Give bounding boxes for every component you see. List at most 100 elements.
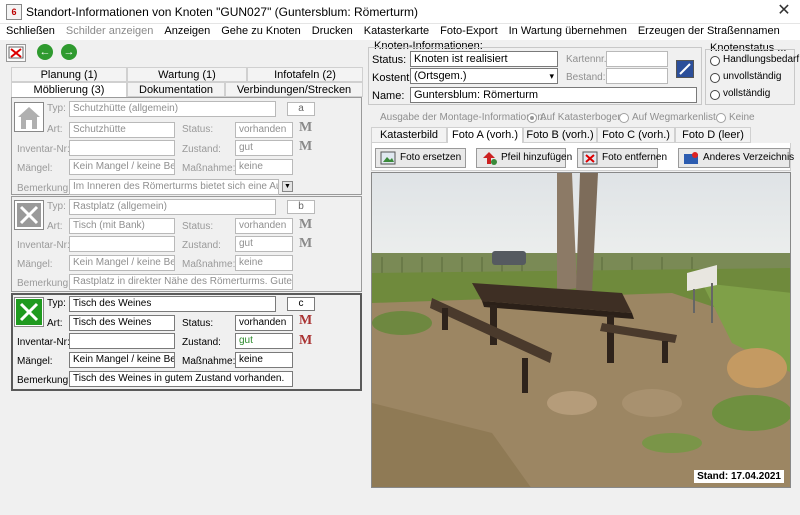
chevron-down-icon: ▾ bbox=[549, 71, 554, 81]
radio-handlungsbedarf[interactable] bbox=[710, 56, 720, 66]
typ-field-b[interactable]: Rastplatz (allgemein) bbox=[69, 199, 276, 215]
node-photo: Stand: 17.04.2021 bbox=[371, 172, 791, 488]
label-typ-a: Typ: bbox=[47, 103, 66, 114]
menu-anzeigen[interactable]: Anzeigen bbox=[164, 24, 210, 40]
bemerkung-field-c[interactable]: Tisch des Weines in gutem Zustand vorhan… bbox=[69, 371, 293, 387]
massnahme-field-b[interactable]: keine bbox=[235, 255, 293, 271]
zustand-field-c[interactable]: gut bbox=[235, 333, 293, 349]
label-zustand-b: Zustand: bbox=[182, 240, 221, 251]
menu-bar: Schließen Schilder anzeigen Anzeigen Geh… bbox=[0, 24, 800, 40]
back-arrow-icon[interactable]: ← bbox=[37, 44, 53, 60]
menu-schliessen[interactable]: Schließen bbox=[6, 24, 55, 40]
folder-icon bbox=[684, 152, 698, 164]
tab-wartung[interactable]: Wartung (1) bbox=[127, 67, 247, 82]
kartennr-field[interactable] bbox=[606, 51, 668, 67]
status-field-a[interactable]: vorhanden bbox=[235, 122, 293, 138]
tab-infotafeln[interactable]: Infotafeln (2) bbox=[247, 67, 363, 82]
radio-wegmarkenliste[interactable] bbox=[619, 113, 629, 123]
status-field-c[interactable]: vorhanden bbox=[235, 315, 293, 331]
tab-dokumentation[interactable]: Dokumentation bbox=[127, 82, 225, 97]
inventar-field-a[interactable] bbox=[69, 140, 175, 156]
art-field-a[interactable]: Schutzhütte bbox=[69, 122, 175, 138]
inventar-field-b[interactable] bbox=[69, 236, 175, 252]
radio-vollstaendig[interactable] bbox=[710, 90, 720, 100]
inventar-field-c[interactable] bbox=[69, 333, 175, 349]
radio-keine[interactable] bbox=[716, 113, 726, 123]
minus-m-icon-c[interactable]: M bbox=[299, 333, 312, 349]
replace-photo-icon bbox=[380, 151, 396, 165]
minus-m-icon-b[interactable]: M bbox=[299, 236, 312, 252]
label-typ-c: Typ: bbox=[47, 298, 66, 309]
name-field[interactable]: Guntersblum: Römerturm bbox=[410, 87, 697, 103]
foto-entfernen-button[interactable]: Foto entfernen bbox=[577, 148, 667, 168]
radio-katasterbogen[interactable] bbox=[527, 113, 537, 123]
menu-gehe-zu-knoten[interactable]: Gehe zu Knoten bbox=[221, 24, 301, 40]
label-vollstaendig: vollständig bbox=[723, 88, 771, 99]
menu-strassennamen[interactable]: Erzeugen der Straßennamen bbox=[638, 24, 780, 40]
bestand-field[interactable] bbox=[606, 68, 668, 84]
label-katasterbogen: Auf Katasterbogen bbox=[540, 112, 623, 123]
menu-drucken[interactable]: Drucken bbox=[312, 24, 353, 40]
zustand-field-b[interactable]: gut bbox=[235, 236, 293, 252]
remove-photo-icon bbox=[582, 151, 598, 165]
label-massnahme-b: Maßnahme: bbox=[182, 259, 236, 270]
code-field-c[interactable]: c bbox=[287, 297, 315, 311]
tab-foto-a[interactable]: Foto A (vorh.) bbox=[447, 127, 523, 143]
foto-ersetzen-button[interactable]: Foto ersetzen bbox=[375, 148, 466, 168]
label-knoten-status: Status: bbox=[372, 54, 407, 66]
tab-planung[interactable]: Planung (1) bbox=[11, 67, 127, 82]
label-kartennr: Kartennr.: bbox=[566, 54, 610, 65]
label-inventar-c: Inventar-Nr: bbox=[17, 337, 70, 348]
anderes-verzeichnis-button[interactable]: Anderes Verzeichnis bbox=[678, 148, 794, 168]
typ-field-a[interactable]: Schutzhütte (allgemein) bbox=[69, 101, 276, 117]
tab-verbindungen[interactable]: Verbindungen/Strecken bbox=[225, 82, 363, 97]
menu-katasterkarte[interactable]: Katasterkarte bbox=[364, 24, 429, 40]
label-mangel-a: Mängel: bbox=[17, 163, 53, 174]
pfeil-hinzufuegen-button[interactable]: Pfeil hinzufügen bbox=[476, 148, 572, 168]
edit-m-icon-c[interactable]: M bbox=[299, 313, 312, 329]
tab-foto-c[interactable]: Foto C (vorh.) bbox=[597, 127, 675, 143]
kostentraeger-select[interactable]: (Ortsgem.) ▾ bbox=[410, 68, 558, 84]
bemerkung-field-a[interactable]: Im Inneren des Römerturms bietet sich ei… bbox=[69, 179, 279, 195]
radio-unvollstaendig[interactable] bbox=[710, 73, 720, 83]
foto-ersetzen-label: Foto ersetzen bbox=[400, 152, 462, 163]
tab-foto-b[interactable]: Foto B (vorh.) bbox=[523, 127, 597, 143]
label-typ-b: Typ: bbox=[47, 201, 66, 212]
typ-field-c[interactable]: Tisch des Weines bbox=[69, 296, 276, 312]
cross-grey-icon bbox=[14, 200, 44, 230]
tab-foto-d[interactable]: Foto D (leer) bbox=[675, 127, 751, 143]
label-name: Name: bbox=[372, 90, 405, 102]
label-massnahme-a: Maßnahme: bbox=[182, 163, 236, 174]
zustand-field-a[interactable]: gut bbox=[235, 140, 293, 156]
knoten-status-field[interactable]: Knoten ist realisiert bbox=[410, 51, 558, 67]
code-field-a[interactable]: a bbox=[287, 102, 315, 116]
label-zustand-a: Zustand: bbox=[182, 144, 221, 155]
scroll-down-icon[interactable]: ▼ bbox=[282, 181, 293, 192]
forward-arrow-icon[interactable]: → bbox=[61, 44, 77, 60]
massnahme-field-a[interactable]: keine bbox=[235, 159, 293, 175]
menu-schilder-anzeigen: Schilder anzeigen bbox=[65, 25, 154, 37]
menu-in-wartung[interactable]: In Wartung übernehmen bbox=[509, 24, 627, 40]
tab-katasterbild[interactable]: Katasterbild bbox=[371, 127, 447, 143]
edit-m-icon-a[interactable]: M bbox=[299, 120, 312, 136]
label-mangel-c: Mängel: bbox=[17, 356, 53, 367]
edit-knoten-button[interactable] bbox=[676, 60, 694, 78]
delete-button[interactable] bbox=[6, 44, 26, 62]
status-field-b[interactable]: vorhanden bbox=[235, 218, 293, 234]
label-massnahme-c: Maßnahme: bbox=[182, 356, 236, 367]
massnahme-field-c[interactable]: keine bbox=[235, 352, 293, 368]
art-field-b[interactable]: Tisch (mit Bank) bbox=[69, 218, 175, 234]
label-bemerkung-c: Bemerkung: bbox=[17, 375, 71, 386]
minus-m-icon-a[interactable]: M bbox=[299, 139, 312, 155]
bemerkung-field-b[interactable]: Rastplatz in direkter Nähe des Römerturm… bbox=[69, 274, 293, 290]
code-field-b[interactable]: b bbox=[287, 200, 315, 214]
menu-foto-export[interactable]: Foto-Export bbox=[440, 24, 497, 40]
tab-moeblierung[interactable]: Möblierung (3) bbox=[11, 82, 127, 97]
art-field-c[interactable]: Tisch des Weines bbox=[69, 315, 175, 331]
photo-scene bbox=[372, 173, 790, 487]
mangel-field-b[interactable]: Kein Mangel / keine Bes... bbox=[69, 255, 175, 271]
mangel-field-a[interactable]: Kein Mangel / keine Bes... bbox=[69, 159, 175, 175]
edit-m-icon-b[interactable]: M bbox=[299, 217, 312, 233]
close-icon[interactable]: ✕ bbox=[772, 2, 796, 22]
mangel-field-c[interactable]: Kein Mangel / keine Bes... bbox=[69, 352, 175, 368]
